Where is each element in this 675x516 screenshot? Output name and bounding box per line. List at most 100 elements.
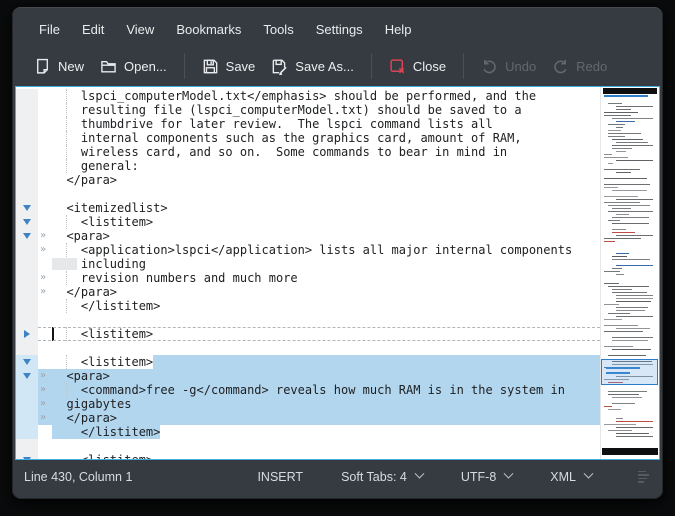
cursor-position[interactable]: Line 430, Column 1 [24,470,251,484]
code-line[interactable]: general: [16,159,600,173]
gutter[interactable] [16,425,38,439]
menu-file[interactable]: File [28,18,71,41]
line-content[interactable]: wireless card, and so on. Some commands … [52,145,600,159]
line-content[interactable]: <listitem> [52,453,600,459]
code-line[interactable] [16,439,600,453]
gutter[interactable] [16,173,38,187]
line-content[interactable]: </para> [52,285,600,299]
line-content[interactable]: general: [52,159,600,173]
code-line[interactable]: » </para> [16,411,600,425]
line-content[interactable]: internal components such as the graphics… [52,131,600,145]
fold-marker-icon[interactable] [23,205,31,211]
fold-marker-icon[interactable] [23,457,31,459]
line-content[interactable]: <listitem> [52,327,600,341]
gutter[interactable] [16,117,38,131]
fold-marker-icon[interactable] [23,219,31,225]
line-content[interactable]: </para> [52,411,600,425]
gutter[interactable] [16,355,38,369]
line-content[interactable]: lspci_computerModel.txt</emphasis> shoul… [52,89,600,103]
menu-help[interactable]: Help [374,18,423,41]
line-content[interactable]: revision numbers and much more [52,271,600,285]
code-line[interactable]: » <application>lspci</application> lists… [16,243,600,257]
gutter[interactable] [16,397,38,411]
gutter[interactable] [16,341,38,355]
line-content[interactable]: gigabytes [52,397,600,411]
line-content[interactable]: <listitem> [52,355,600,369]
line-content[interactable] [52,439,600,453]
code-line[interactable]: <listitem> [16,453,600,459]
code-line[interactable]: including [16,257,600,271]
code-line[interactable] [16,187,600,201]
fold-marker-icon[interactable] [23,373,31,379]
code-line[interactable]: » </para> [16,285,600,299]
line-content[interactable]: </listitem> [52,425,600,439]
menu-settings[interactable]: Settings [305,18,374,41]
save-as-button[interactable]: Save As... [263,53,362,80]
code-line[interactable]: </listitem> [16,299,600,313]
syntax-dropdown[interactable]: XML [544,466,598,488]
gutter[interactable] [16,285,38,299]
gutter[interactable] [16,383,38,397]
line-content[interactable]: <listitem> [52,215,600,229]
code-line[interactable]: thumbdrive for later review. The lspci c… [16,117,600,131]
code-line[interactable]: <listitem> [16,327,600,341]
gutter[interactable] [16,201,38,215]
gutter[interactable] [16,159,38,173]
encoding-dropdown[interactable]: UTF-8 [455,466,518,488]
menu-tools[interactable]: Tools [252,18,304,41]
minimap-view-indicator[interactable] [601,359,658,385]
gutter[interactable] [16,439,38,453]
gutter[interactable] [16,89,38,103]
gutter[interactable] [16,313,38,327]
redo-button[interactable]: Redo [544,53,615,80]
code-line[interactable]: » <para> [16,229,600,243]
code-line[interactable]: </para> [16,173,600,187]
code-line[interactable]: resulting file (lspci_computerModel.txt)… [16,103,600,117]
code-line[interactable] [16,341,600,355]
gutter[interactable] [16,369,38,383]
line-content[interactable]: </para> [52,173,600,187]
gutter[interactable] [16,257,38,271]
text-editor[interactable]: lspci_computerModel.txt</emphasis> shoul… [16,87,600,459]
code-line[interactable]: wireless card, and so on. Some commands … [16,145,600,159]
gutter[interactable] [16,131,38,145]
line-content[interactable]: <application>lspci</application> lists a… [52,243,600,257]
gutter[interactable] [16,453,38,459]
gutter[interactable] [16,327,38,341]
line-content[interactable] [52,187,600,201]
minimap-scrollbar[interactable] [600,87,659,459]
gutter[interactable] [16,145,38,159]
line-content[interactable]: <para> [52,229,600,243]
code-line[interactable]: » <command>free -g</command> reveals how… [16,383,600,397]
fold-marker-icon[interactable] [23,233,31,239]
code-line[interactable]: <listitem> [16,355,600,369]
line-content[interactable]: <para> [52,369,600,383]
menu-edit[interactable]: Edit [71,18,115,41]
fold-marker-icon[interactable] [24,330,30,338]
gutter[interactable] [16,215,38,229]
line-content[interactable]: thumbdrive for later review. The lspci c… [52,117,600,131]
code-line[interactable]: » revision numbers and much more [16,271,600,285]
code-line[interactable]: internal components such as the graphics… [16,131,600,145]
code-line[interactable]: » gigabytes [16,397,600,411]
line-content[interactable]: <itemizedlist> [52,201,600,215]
gutter[interactable] [16,243,38,257]
undo-button[interactable]: Undo [473,53,544,80]
code-line[interactable]: <itemizedlist> [16,201,600,215]
new-button[interactable]: New [26,53,92,80]
gutter[interactable] [16,299,38,313]
line-content[interactable] [52,341,600,355]
code-line[interactable]: <listitem> [16,215,600,229]
close-button[interactable]: Close [381,53,454,80]
input-mode-button[interactable]: INSERT [251,466,309,488]
line-content[interactable]: including [52,257,600,271]
statusbar-menu-icon[interactable] [638,470,649,483]
gutter[interactable] [16,103,38,117]
code-line[interactable] [16,313,600,327]
menu-bookmarks[interactable]: Bookmarks [165,18,252,41]
open-button[interactable]: Open... [92,53,175,80]
gutter[interactable] [16,229,38,243]
line-content[interactable]: <command>free -g</command> reveals how m… [52,383,600,397]
line-content[interactable]: </listitem> [52,299,600,313]
code-line[interactable]: </listitem> [16,425,600,439]
